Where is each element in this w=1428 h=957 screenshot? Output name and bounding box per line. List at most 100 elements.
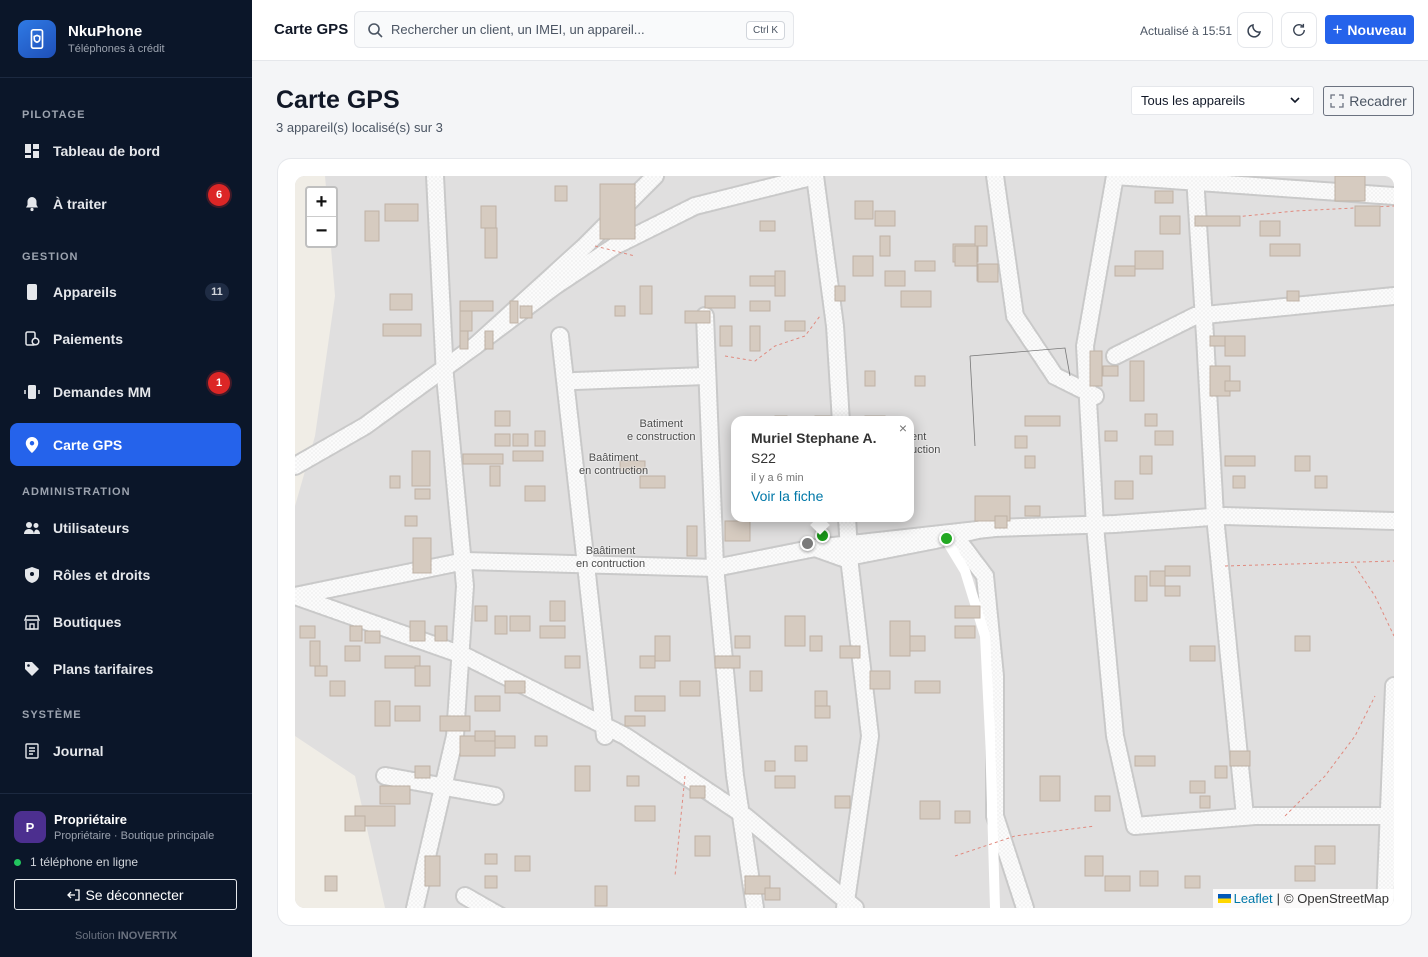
brand[interactable]: NkuPhone Téléphones à crédit: [0, 0, 252, 78]
sidebar-item-label: Journal: [53, 743, 104, 759]
expand-icon: [1330, 94, 1344, 108]
section-label-pilotage: PILOTAGE: [22, 109, 86, 121]
new-label: Nouveau: [1347, 21, 1407, 38]
theme-toggle-button[interactable]: [1237, 12, 1273, 48]
brand-name: NkuPhone: [68, 22, 143, 40]
new-button[interactable]: + Nouveau: [1325, 15, 1414, 44]
sidebar-item-label: Demandes MM: [53, 384, 152, 400]
mobile-money-icon: [24, 384, 40, 400]
map-attribution: Leaflet | © OpenStreetMap: [1212, 889, 1394, 908]
sidebar-item-paiements[interactable]: Paiements: [10, 318, 241, 360]
recenter-button[interactable]: Recadrer: [1323, 86, 1414, 116]
online-dot-icon: [14, 858, 21, 866]
sidebar-item-plans[interactable]: Plans tarifaires: [10, 648, 241, 690]
search-box[interactable]: Ctrl K: [354, 11, 794, 48]
device-popup: × Muriel Stephane A. S22 il y a 6 min Vo…: [731, 416, 914, 522]
close-icon[interactable]: ×: [899, 420, 907, 436]
online-count: 1 téléphone en ligne: [30, 855, 139, 869]
sidebar-item-journal[interactable]: Journal: [10, 730, 241, 772]
shield-phone-icon: [18, 19, 56, 58]
zoom-in-button[interactable]: +: [307, 188, 336, 217]
popup-client-name: Muriel Stephane A.: [751, 430, 877, 446]
osm-attribution[interactable]: © OpenStreetMap: [1284, 891, 1389, 906]
section-label-gestion: GESTION: [22, 251, 79, 263]
user-role: Propriétaire · Boutique principale: [54, 830, 215, 842]
chevron-down-icon: [1289, 94, 1301, 109]
sidebar-item-label: Carte GPS: [53, 436, 123, 453]
section-label-administration: ADMINISTRATION: [22, 486, 131, 498]
updated-time: Actualisé à 15:51: [1140, 24, 1233, 38]
sidebar-item-label: Plans tarifaires: [53, 661, 154, 677]
attribution-separator: |: [1276, 891, 1281, 906]
journal-icon: [24, 743, 40, 759]
leaflet-link[interactable]: Leaflet: [1234, 891, 1273, 906]
map-label: Batiment e construction: [627, 418, 696, 443]
sidebar-item-roles[interactable]: Rôles et droits: [10, 554, 241, 596]
sidebar-item-label: Appareils: [53, 284, 117, 300]
device-marker-offline[interactable]: [800, 536, 815, 551]
search-input[interactable]: [391, 22, 731, 37]
page-subtitle: 3 appareil(s) localisé(s) sur 3: [276, 120, 443, 135]
popup-last-seen: il y a 6 min: [751, 472, 804, 484]
sidebar-item-boutiques[interactable]: Boutiques: [10, 601, 241, 643]
sidebar-item-a-traiter[interactable]: À traiter 6: [10, 183, 241, 225]
plus-icon: +: [1332, 19, 1343, 39]
sidebar-item-label: Boutiques: [53, 614, 122, 630]
store-icon: [24, 614, 40, 630]
device-marker-online[interactable]: [939, 531, 954, 546]
sidebar-item-demandes-mm[interactable]: Demandes MM 1: [10, 371, 241, 413]
map-label: Baâtiment en contruction: [579, 452, 649, 477]
search-icon: [367, 22, 383, 38]
shortcut-hint: Ctrl K: [746, 21, 785, 40]
sidebar-item-label: Tableau de bord: [53, 143, 161, 159]
dashboard-icon: [24, 143, 40, 159]
map-label: Baâtiment en contruction: [576, 545, 646, 570]
brand-subtitle: Téléphones à crédit: [68, 42, 165, 55]
tag-icon: [24, 661, 40, 677]
moon-icon: [1247, 22, 1263, 38]
user-name: Propriétaire: [54, 812, 127, 827]
refresh-button[interactable]: [1281, 12, 1317, 48]
gps-map[interactable]: Batiment e construction Baâtiment en contr…: [295, 176, 1394, 908]
sidebar-item-label: Rôles et droits: [53, 567, 151, 583]
section-label-systeme: SYSTÈME: [22, 709, 82, 721]
logout-label: Se déconnecter: [85, 886, 184, 903]
map-pin-icon: [24, 436, 40, 453]
logout-icon: [67, 888, 81, 902]
online-status: 1 téléphone en ligne: [14, 855, 138, 869]
popup-device-model: S22: [751, 450, 776, 466]
sidebar-item-appareils[interactable]: Appareils 11: [10, 271, 241, 313]
device-filter-select[interactable]: Tous les appareils: [1131, 86, 1314, 115]
count-badge: 11: [205, 283, 229, 301]
topbar-title: Carte GPS: [274, 21, 349, 38]
avatar[interactable]: P: [14, 811, 46, 843]
select-value: Tous les appareils: [1141, 93, 1246, 108]
bell-icon: [24, 196, 40, 212]
solution-brand: INOVERTIX: [117, 930, 178, 942]
zoom-control: + −: [305, 186, 338, 248]
map-tiles[interactable]: [295, 176, 1394, 908]
logout-button[interactable]: Se déconnecter: [14, 879, 237, 910]
sidebar-item-carte-gps[interactable]: Carte GPS: [10, 423, 241, 466]
topbar: Carte GPS Ctrl K Actualisé à 15:51 + Nou…: [252, 0, 1428, 61]
payment-icon: [24, 331, 40, 347]
sidebar-item-label: À traiter: [53, 196, 107, 212]
zoom-out-button[interactable]: −: [307, 217, 336, 246]
sidebar-footer: P Propriétaire Propriétaire · Boutique p…: [0, 793, 252, 957]
shield-icon: [24, 567, 40, 583]
sidebar-item-label: Utilisateurs: [53, 520, 130, 536]
sidebar: NkuPhone Téléphones à crédit PILOTAGE Ta…: [0, 0, 252, 957]
phone-icon: [24, 284, 40, 300]
recenter-label: Recadrer: [1349, 93, 1407, 109]
map-label: ent uction: [911, 431, 941, 456]
solution-text: Solution: [74, 930, 118, 942]
count-badge: 6: [208, 184, 230, 206]
sidebar-item-label: Paiements: [53, 331, 124, 347]
view-details-link[interactable]: Voir la fiche: [751, 488, 894, 504]
sidebar-item-dashboard[interactable]: Tableau de bord: [10, 130, 241, 172]
solution-credit: Solution INOVERTIX: [0, 930, 252, 942]
sidebar-item-utilisateurs[interactable]: Utilisateurs: [10, 507, 241, 549]
ukraine-flag-icon: [1217, 894, 1231, 903]
page-title: Carte GPS: [276, 86, 400, 114]
count-badge: 1: [208, 372, 230, 394]
